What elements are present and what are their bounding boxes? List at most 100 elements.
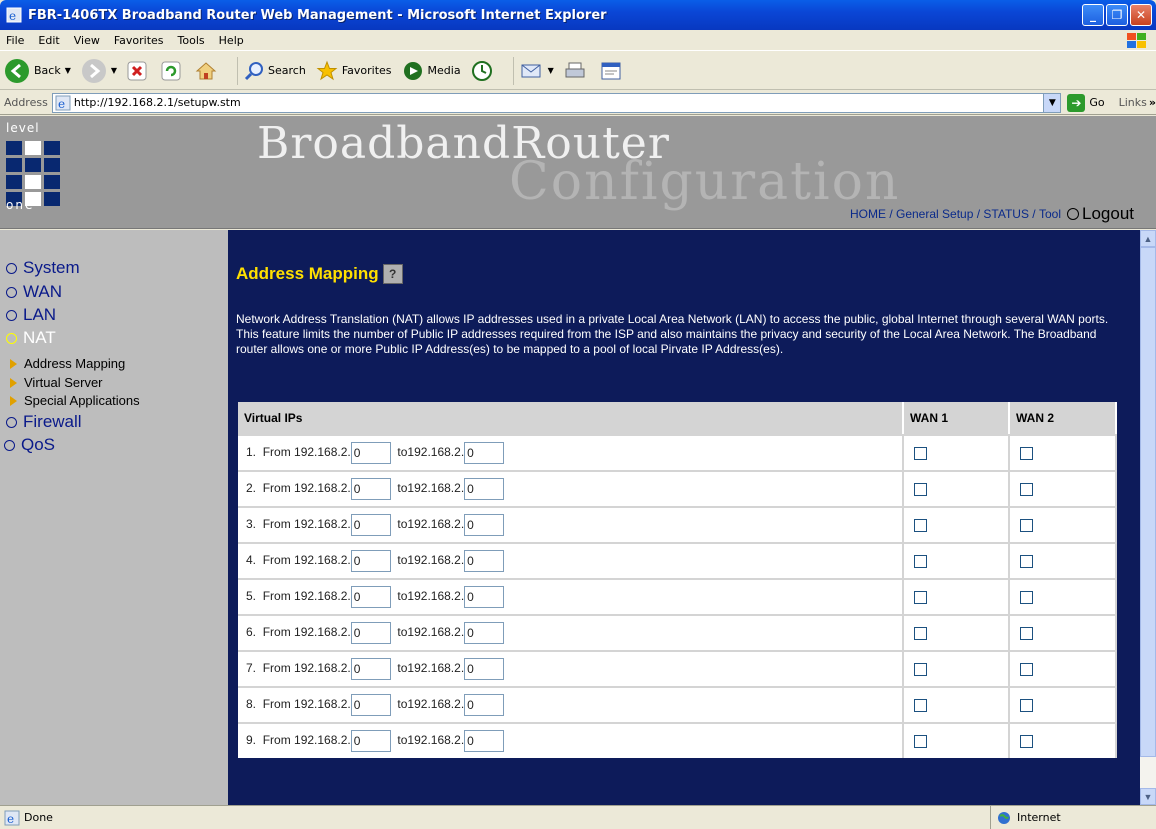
links-button[interactable]: Links [1119,96,1147,109]
table-row: 5. From 192.168.2. 0 to192.168.2. 0 [238,578,1117,614]
from-label: From 192.168.2. [262,625,351,640]
wan1-checkbox[interactable] [914,591,927,605]
media-button[interactable]: Media [402,60,461,82]
wan2-checkbox[interactable] [1020,735,1033,749]
sidebar-item-nat[interactable]: NAT [6,328,56,348]
menu-file[interactable]: File [6,34,24,47]
wan1-checkbox[interactable] [914,699,927,713]
wan1-checkbox[interactable] [914,627,927,641]
wan2-checkbox[interactable] [1020,699,1033,713]
history-button[interactable] [471,60,497,82]
to-ip-input[interactable]: 0 [464,658,505,680]
stop-button[interactable] [127,61,151,81]
from-label: From 192.168.2. [262,445,351,460]
sidebar-item-wan[interactable]: WAN [6,282,62,302]
scroll-thumb[interactable] [1140,247,1156,757]
window-title-bar[interactable]: e FBR-1406TX Broadband Router Web Manage… [0,0,1156,30]
print-button[interactable] [564,60,590,82]
virtual-ip-cell: 9. From 192.168.2. 0 to192.168.2. 0 [238,722,904,758]
menu-tools[interactable]: Tools [178,34,205,47]
to-ip-input[interactable]: 0 [464,514,505,536]
wan2-checkbox[interactable] [1020,555,1033,569]
to-ip-input[interactable]: 0 [464,442,505,464]
ie-icon: e [6,7,22,23]
wan2-cell [1010,506,1117,542]
logout-link[interactable]: Logout [1067,204,1134,224]
edit-button[interactable] [600,60,626,82]
virtual-ip-cell: 2. From 192.168.2. 0 to192.168.2. 0 [238,470,904,506]
to-label: to192.168.2. [397,445,465,460]
sidebar-item-system[interactable]: System [6,258,80,278]
nav-home-link[interactable]: HOME [850,207,886,221]
to-ip-input[interactable]: 0 [464,478,505,500]
wan1-checkbox[interactable] [914,447,927,461]
from-ip-input[interactable]: 0 [350,622,391,644]
nav-tool-link[interactable]: Tool [1039,207,1061,221]
to-ip-input[interactable]: 0 [464,694,505,716]
address-dropdown-button[interactable]: ▼ [1043,93,1061,112]
from-ip-input[interactable]: 0 [350,550,391,572]
menu-bar: File Edit View Favorites Tools Help [0,30,1156,51]
header-wan2: WAN 2 [1010,402,1117,434]
row-number: 8. [246,697,257,712]
go-button[interactable]: ➔ Go [1067,93,1105,112]
wan1-checkbox[interactable] [914,663,927,677]
wan2-cell [1010,650,1117,686]
wan2-cell [1010,722,1117,758]
back-button[interactable]: Back ▼ [4,58,71,84]
address-input[interactable]: e http://192.168.2.1/setupw.stm ▼ [51,92,1062,113]
scroll-up-button[interactable]: ▲ [1140,230,1156,247]
to-ip-input[interactable]: 0 [464,730,505,752]
scroll-down-button[interactable]: ▼ [1140,788,1156,805]
menu-help[interactable]: Help [219,34,244,47]
from-ip-input[interactable]: 0 [350,478,391,500]
virtual-ip-cell: 3. From 192.168.2. 0 to192.168.2. 0 [238,506,904,542]
page-description: Network Address Translation (NAT) allows… [236,312,1109,356]
sidebar-item-qos[interactable]: QoS [4,435,55,455]
from-ip-input[interactable]: 0 [350,658,391,680]
from-ip-input[interactable]: 0 [350,586,391,608]
circle-bullet-icon [4,439,15,451]
wan2-checkbox[interactable] [1020,447,1033,461]
sidebar-subitem-address-mapping[interactable]: Address Mapping [10,356,125,371]
maximize-button[interactable]: ❐ [1106,4,1128,26]
help-icon[interactable]: ? [382,264,403,284]
wan1-checkbox[interactable] [914,483,927,497]
vertical-scrollbar[interactable]: ▲ ▼ [1140,230,1156,805]
wan2-checkbox[interactable] [1020,519,1033,533]
sidebar-item-lan[interactable]: LAN [6,305,56,325]
search-button[interactable]: Search [244,61,306,81]
menu-edit[interactable]: Edit [38,34,59,47]
nav-status-link[interactable]: STATUS [983,207,1029,221]
mail-button[interactable]: ▼ [520,61,554,81]
history-icon [471,60,492,81]
sidebar-item-firewall[interactable]: Firewall [6,412,82,432]
home-button[interactable] [195,60,221,82]
nav-general-setup-link[interactable]: General Setup [896,207,973,221]
minimize-button[interactable]: _ [1082,4,1104,26]
to-ip-input[interactable]: 0 [464,550,505,572]
wan2-checkbox[interactable] [1020,663,1033,677]
wan2-checkbox[interactable] [1020,591,1033,605]
forward-button[interactable]: ▼ [81,58,117,84]
wan2-cell [1010,434,1117,470]
from-ip-input[interactable]: 0 [350,694,391,716]
wan1-cell [904,650,1010,686]
sidebar-subitem-special-applications[interactable]: Special Applications [10,393,140,408]
wan2-checkbox[interactable] [1020,627,1033,641]
wan1-checkbox[interactable] [914,735,927,749]
menu-favorites[interactable]: Favorites [114,34,164,47]
from-ip-input[interactable]: 0 [350,730,391,752]
to-ip-input[interactable]: 0 [464,586,505,608]
wan2-checkbox[interactable] [1020,483,1033,497]
favorites-button[interactable]: Favorites [316,60,392,82]
from-ip-input[interactable]: 0 [350,514,391,536]
to-ip-input[interactable]: 0 [464,622,505,644]
sidebar-subitem-virtual-server[interactable]: Virtual Server [10,375,103,390]
wan1-checkbox[interactable] [914,555,927,569]
refresh-button[interactable] [161,61,185,81]
close-button[interactable]: ✕ [1130,4,1152,26]
wan1-checkbox[interactable] [914,519,927,533]
from-ip-input[interactable]: 0 [350,442,391,464]
menu-view[interactable]: View [74,34,100,47]
